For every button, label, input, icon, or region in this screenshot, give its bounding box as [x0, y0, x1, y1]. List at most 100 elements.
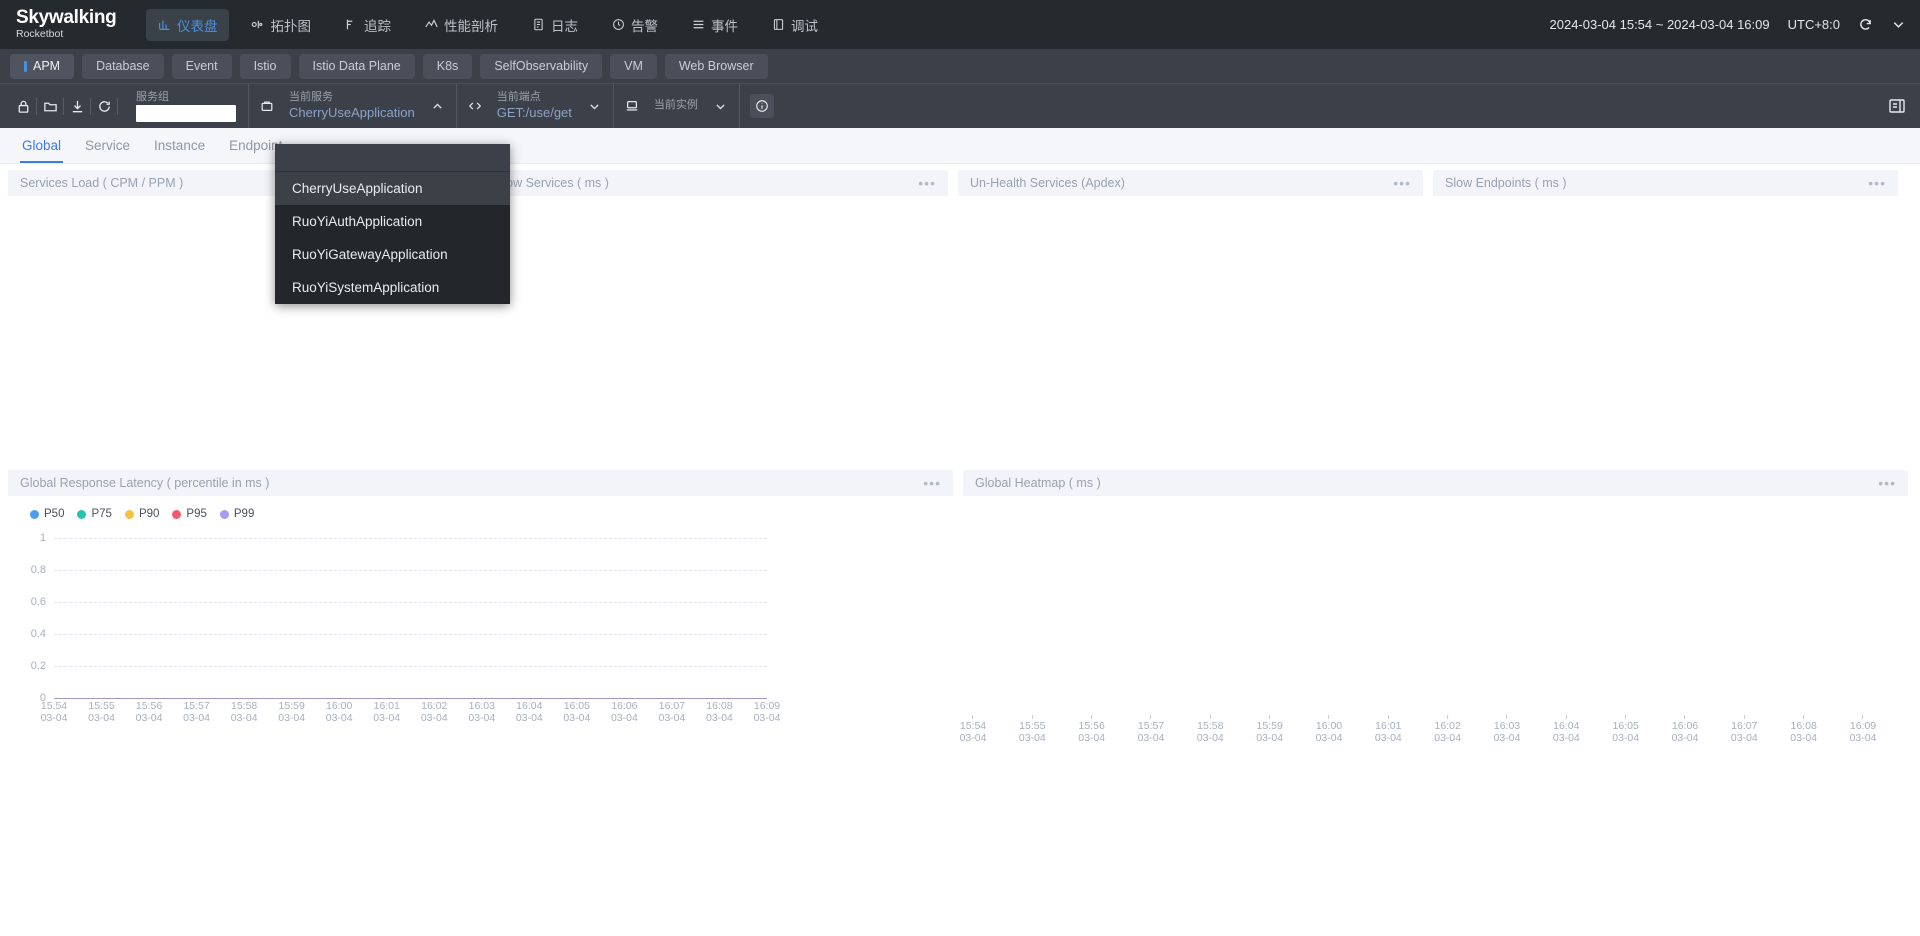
current-endpoint-field: 当前端点 GET:/use/get: [485, 91, 584, 121]
x-axis-tick: 16:08 03-04: [706, 700, 733, 724]
tick-mark: [1506, 715, 1508, 719]
dropdown-option-label: RuoYiGatewayApplication: [292, 247, 448, 262]
chevron-up-icon[interactable]: [427, 100, 452, 113]
tab-web-browser[interactable]: Web Browser: [664, 53, 768, 79]
tab-label: Istio: [253, 59, 277, 73]
gridline: [54, 634, 767, 635]
refresh-icon[interactable]: [1858, 17, 1873, 32]
tick-mark: [1091, 715, 1093, 719]
nav-item-profile[interactable]: 性能剖析: [413, 9, 509, 41]
dropdown-option-label: RuoYiAuthApplication: [292, 214, 423, 229]
timezone-label[interactable]: UTC+8:0: [1788, 17, 1840, 32]
lock-icon[interactable]: [10, 93, 36, 119]
x-axis-tick: 16:04 03-04: [1553, 715, 1580, 744]
topnav-right-controls: 2024-03-04 15:54 ~ 2024-03-04 16:09 UTC+…: [1550, 17, 1907, 32]
widget-row-bottom: Global Response Latency ( percentile in …: [8, 470, 1912, 770]
widget-menu-icon[interactable]: •••: [1878, 476, 1896, 490]
dropdown-option-cherryuseapplication[interactable]: CherryUseApplication: [275, 172, 510, 205]
tab-istio[interactable]: Istio: [239, 53, 291, 79]
heatmap-chart[interactable]: 15:54 03-04 15:55 03-04 15:56 03-04 15:57 03-04…: [960, 558, 1908, 758]
time-range-display[interactable]: 2024-03-04 15:54 ~ 2024-03-04 16:09: [1550, 17, 1770, 32]
tick-mark: [1328, 715, 1330, 719]
tick-mark: [1209, 715, 1211, 719]
nav-item-log[interactable]: 日志: [520, 9, 589, 41]
widget-menu-icon[interactable]: •••: [918, 176, 936, 190]
tick-mark: [1031, 715, 1033, 719]
legend-item-p99[interactable]: P99: [219, 508, 254, 520]
widget-menu-icon[interactable]: •••: [1868, 176, 1886, 190]
nav-item-alarm[interactable]: 告警: [600, 9, 669, 41]
legend-item-p50[interactable]: P50: [30, 508, 64, 520]
legend-item-p75[interactable]: P75: [77, 508, 112, 520]
current-instance-selector[interactable]: 当前实例: [612, 84, 739, 128]
tick-mark: [1862, 715, 1864, 719]
log-icon: [531, 18, 545, 32]
widget-slow-endpoints: Slow Endpoints ( ms ) •••: [1433, 170, 1898, 445]
current-instance-label: 当前实例: [653, 99, 698, 111]
nav-label: 日志: [551, 18, 578, 34]
dropdown-search-area[interactable]: [275, 144, 510, 172]
nav-item-debug[interactable]: 调试: [760, 9, 829, 41]
legend-label: P90: [138, 508, 160, 520]
download-icon[interactable]: [64, 93, 90, 119]
current-endpoint-selector[interactable]: 当前端点 GET:/use/get: [455, 84, 613, 128]
y-axis-tick: 0.8: [30, 564, 46, 576]
dashboard-tab-strip: APM Database Event Istio Istio Data Plan…: [0, 49, 1920, 83]
panel-collapse-icon[interactable]: [1888, 97, 1906, 115]
widget-menu-icon[interactable]: •••: [923, 476, 941, 490]
info-icon[interactable]: [749, 94, 774, 118]
subtab-global[interactable]: Global: [10, 128, 73, 163]
dropdown-option-ruoyisystemapplication[interactable]: RuoYiSystemApplication: [275, 271, 510, 304]
widget-title: Global Response Latency ( percentile in …: [20, 476, 270, 490]
x-axis-tick: 16:05 03-04: [1612, 715, 1639, 744]
nav-item-dashboard[interactable]: 仪表盘: [146, 8, 229, 41]
widget-body: [483, 196, 948, 445]
nav-label: 事件: [711, 18, 738, 34]
nav-item-topology[interactable]: 拓扑图: [240, 9, 323, 41]
legend-item-p95[interactable]: P95: [172, 508, 207, 520]
widget-body: [1433, 196, 1898, 445]
widget-global-response-latency: Global Response Latency ( percentile in …: [8, 470, 953, 770]
folder-icon[interactable]: [37, 93, 63, 119]
widget-menu-icon[interactable]: •••: [1393, 176, 1411, 190]
tab-event[interactable]: Event: [171, 53, 232, 79]
gridline: [54, 666, 767, 667]
subtab-instance[interactable]: Instance: [142, 128, 217, 163]
x-axis-tick: 16:00 03-04: [325, 700, 353, 724]
tab-k8s[interactable]: K8s: [422, 53, 473, 79]
x-axis-tick: 16:02 03-04: [1434, 715, 1461, 744]
chevron-down-icon[interactable]: [584, 100, 609, 113]
tab-apm[interactable]: APM: [10, 53, 75, 79]
dropdown-option-ruoyigatewayapplication[interactable]: RuoYiGatewayApplication: [275, 238, 510, 271]
x-axis-tick: 16:07 03-04: [658, 700, 686, 724]
tab-label: Event: [185, 59, 218, 73]
chevron-down-icon[interactable]: [1891, 17, 1906, 32]
tick-mark: [1387, 715, 1389, 719]
dropdown-option-ruoyiauthapplication[interactable]: RuoYiAuthApplication: [275, 205, 510, 238]
tab-selfobservability[interactable]: SelfObservability: [480, 53, 603, 79]
nav-item-event[interactable]: 事件: [680, 9, 749, 41]
tab-vm[interactable]: VM: [610, 53, 657, 79]
reload-icon[interactable]: [91, 93, 117, 119]
nav-label: 告警: [631, 18, 658, 34]
tab-database[interactable]: Database: [82, 53, 164, 79]
subtab-service[interactable]: Service: [73, 128, 142, 163]
x-axis-tick: 15:59 03-04: [278, 700, 306, 724]
current-service-selector[interactable]: 当前服务 CherryUseApplication: [248, 84, 456, 128]
nav-item-trace[interactable]: 追踪: [333, 9, 402, 41]
series-line-p99: [54, 698, 767, 699]
top-navigation-bar: Skywalking Rocketbot 仪表盘 拓扑图 追踪 性能剖析 日志 …: [0, 0, 1920, 49]
active-indicator-icon: [24, 60, 27, 72]
tab-istio-data-plane[interactable]: Istio Data Plane: [298, 53, 415, 79]
x-axis-tick: 15:55 03-04: [88, 700, 115, 724]
latency-line-chart[interactable]: 0 0.2 0.4 0.6 0.8 1 15:54 03-04 15:55 03-04 15:56…: [8, 532, 953, 738]
x-axis-tick: 15:56 03-04: [135, 700, 163, 724]
service-group-input[interactable]: [136, 104, 236, 122]
tick-mark: [1625, 715, 1627, 719]
legend-label: P75: [91, 508, 112, 520]
legend-item-p90[interactable]: P90: [124, 508, 160, 520]
y-axis-tick: 0.4: [30, 628, 46, 640]
x-axis-tick: 16:00 03-04: [1316, 715, 1342, 744]
dropdown-option-label: RuoYiSystemApplication: [292, 280, 440, 295]
chevron-down-icon[interactable]: [710, 100, 735, 113]
